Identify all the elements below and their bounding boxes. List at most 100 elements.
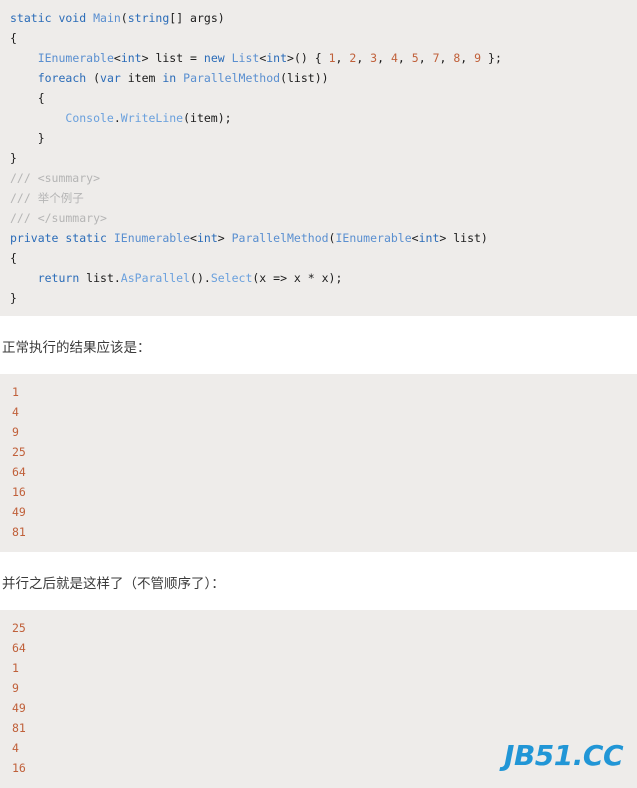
code-line: /// <summary> xyxy=(0,168,637,188)
output-line: 25 xyxy=(12,621,26,635)
paragraph-parallel-result: 并行之后就是这样了（不管顺序了）： xyxy=(2,576,225,591)
code-line: /// </summary> xyxy=(0,208,637,228)
code-token: new xyxy=(203,51,232,65)
code-line: { xyxy=(0,28,637,48)
code-token: 1 xyxy=(328,51,336,65)
code-line: IEnumerable<int> list = new List<int>() … xyxy=(0,48,637,68)
code-token: } xyxy=(10,151,17,165)
code-token: < xyxy=(113,51,121,65)
code-token: , xyxy=(377,51,391,65)
code-token: /// <summary> xyxy=(10,171,101,185)
spacer-after-code-block xyxy=(0,316,637,338)
code-token: , xyxy=(439,51,454,65)
code-token: Console xyxy=(65,111,114,125)
code-line: { xyxy=(0,88,637,108)
code-line: private static IEnumerable<int> Parallel… xyxy=(0,228,637,248)
code-token: } xyxy=(10,131,45,145)
code-token: 7 xyxy=(432,51,440,65)
output-line: 25 xyxy=(12,445,26,459)
output-line: 64 xyxy=(12,641,26,655)
output-line: 16 xyxy=(12,485,26,499)
code-token: private static xyxy=(10,231,114,245)
code-line: Console.WriteLine(item); xyxy=(0,108,637,128)
code-token: List xyxy=(231,51,260,65)
code-token: > xyxy=(217,231,232,245)
code-block-csharp-sample: static void Main(string[] args){ IEnumer… xyxy=(0,0,637,316)
code-token: 5 xyxy=(411,51,419,65)
output-line: 64 xyxy=(12,465,26,479)
code-token: > list) xyxy=(439,231,488,245)
code-line: static void Main(string[] args) xyxy=(0,8,637,28)
code-token: foreach xyxy=(37,71,94,85)
code-line: } xyxy=(0,148,637,168)
code-token: , xyxy=(356,51,371,65)
output-line: 1 xyxy=(12,661,19,675)
code-token: >() { xyxy=(287,51,329,65)
output-line: 1 xyxy=(12,385,19,399)
code-token: IEnumerable xyxy=(113,231,191,245)
code-token: Select xyxy=(210,271,253,285)
code-token: (x => x * x); xyxy=(252,271,343,285)
spacer-after-output-one xyxy=(0,552,637,574)
code-token: < xyxy=(411,231,419,245)
code-token: , xyxy=(418,51,433,65)
code-token: ParallelMethod xyxy=(231,231,329,245)
output-line: 9 xyxy=(12,425,19,439)
code-token: /// </summary> xyxy=(10,211,107,225)
code-token: }; xyxy=(481,51,502,65)
code-token: int xyxy=(196,231,218,245)
code-line: { xyxy=(0,248,637,268)
code-token: < xyxy=(190,231,197,245)
code-token: return xyxy=(37,271,87,285)
output-line: 9 xyxy=(12,681,19,695)
output-line: 4 xyxy=(12,405,19,419)
code-token: ParallelMethod xyxy=(183,71,281,85)
code-token: /// 举个例子 xyxy=(10,191,84,205)
code-token: } xyxy=(10,291,17,305)
code-token: { xyxy=(10,31,17,45)
code-token: in xyxy=(162,71,184,85)
code-token: list. xyxy=(86,271,121,285)
code-token: { xyxy=(10,251,17,265)
output-line: 49 xyxy=(12,505,26,519)
code-token: , xyxy=(397,51,412,65)
code-token: IEnumerable xyxy=(335,231,412,245)
code-token: (item); xyxy=(183,111,232,125)
code-line: return list.AsParallel().Select(x => x *… xyxy=(0,268,637,288)
code-token: , xyxy=(335,51,350,65)
code-token: IEnumerable xyxy=(37,51,114,65)
code-line: } xyxy=(0,128,637,148)
code-token: item xyxy=(120,71,163,85)
code-token: string xyxy=(127,11,170,25)
output-line: 81 xyxy=(12,721,26,735)
code-token: WriteLine xyxy=(120,111,184,125)
code-token: var xyxy=(100,71,121,85)
output-line: 49 xyxy=(12,701,26,715)
paragraph-normal-result: 正常执行的结果应该是： xyxy=(2,340,151,355)
code-token: Main xyxy=(93,11,121,25)
code-token: 4 xyxy=(390,51,398,65)
output-block-sequential: 1 4 9 25 64 16 49 81 xyxy=(0,374,637,552)
article-page: static void Main(string[] args){ IEnumer… xyxy=(0,0,637,788)
code-token: int xyxy=(266,51,288,65)
code-token: ( xyxy=(93,71,101,85)
code-line: /// 举个例子 xyxy=(0,188,637,208)
code-token: int xyxy=(418,231,440,245)
code-token: { xyxy=(10,91,45,105)
code-token: (list)) xyxy=(280,71,329,85)
output-line: 81 xyxy=(12,525,26,539)
spacer-before-output-one xyxy=(0,358,637,374)
code-token: ( xyxy=(120,11,128,25)
code-token: int xyxy=(120,51,142,65)
code-token: static void xyxy=(10,11,94,25)
spacer-before-output-two xyxy=(0,594,637,610)
code-token: > list = xyxy=(141,51,204,65)
code-line: foreach (var item in ParallelMethod(list… xyxy=(0,68,637,88)
code-token: AsParallel xyxy=(120,271,191,285)
code-token: (). xyxy=(190,271,211,285)
code-token: [] args) xyxy=(169,11,225,25)
